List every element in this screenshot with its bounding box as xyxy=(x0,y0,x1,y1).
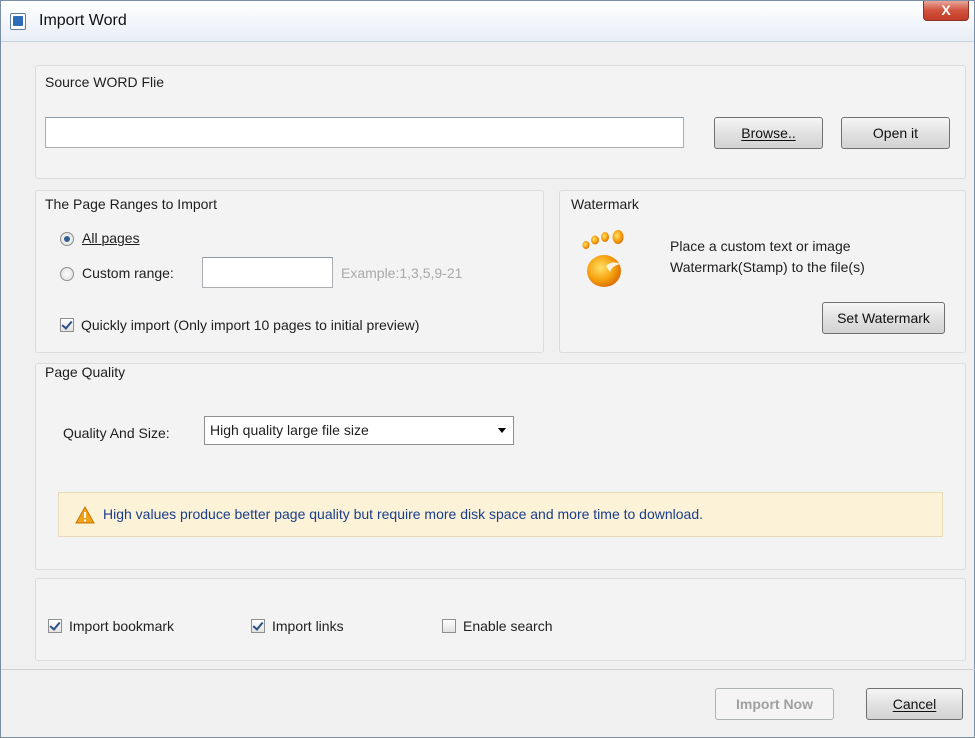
all-pages-radio[interactable] xyxy=(60,232,74,246)
enable-search-checkbox[interactable] xyxy=(442,619,456,633)
custom-range-example: Example:1,3,5,9-21 xyxy=(341,265,463,281)
close-button[interactable]: X xyxy=(923,1,969,21)
chevron-down-icon xyxy=(498,428,506,433)
browse-button[interactable]: Browse.. xyxy=(714,117,823,149)
custom-range-label[interactable]: Custom range: xyxy=(82,265,174,281)
watermark-group: Watermark Place a custom text or image W… xyxy=(559,190,966,353)
warning-icon xyxy=(75,506,95,524)
import-now-button[interactable]: Import Now xyxy=(715,688,834,720)
custom-range-input[interactable] xyxy=(202,257,333,288)
set-watermark-button[interactable]: Set Watermark xyxy=(822,302,945,334)
window-title: Import Word xyxy=(39,12,127,29)
watermark-description-line2: Watermark(Stamp) to the file(s) xyxy=(670,259,865,275)
footprint-icon xyxy=(582,230,624,287)
watermark-description-line1: Place a custom text or image xyxy=(670,238,851,254)
quality-size-label: Quality And Size: xyxy=(63,425,170,441)
quick-import-checkbox[interactable] xyxy=(60,318,74,332)
watermark-title: Watermark xyxy=(571,196,639,212)
title-bar[interactable]: Import Word X xyxy=(1,1,974,42)
word-document-icon xyxy=(10,13,26,30)
source-file-group: Source WORD Flie Browse.. Open it xyxy=(35,65,966,179)
custom-range-radio[interactable] xyxy=(60,267,74,281)
quality-warning-text: High values produce better page quality … xyxy=(103,506,704,522)
import-bookmark-checkbox[interactable] xyxy=(48,619,62,633)
enable-search-label[interactable]: Enable search xyxy=(463,618,553,634)
source-path-input[interactable] xyxy=(45,117,684,148)
page-ranges-group: The Page Ranges to Import All pages Cust… xyxy=(35,190,544,353)
import-links-checkbox[interactable] xyxy=(251,619,265,633)
import-word-dialog: Import Word X Source WORD Flie Browse.. … xyxy=(0,0,975,738)
page-quality-title: Page Quality xyxy=(45,364,126,380)
import-options-group: Import bookmark Import links Enable sear… xyxy=(35,578,966,661)
footer-divider xyxy=(1,669,975,670)
import-links-label[interactable]: Import links xyxy=(272,618,344,634)
import-bookmark-label[interactable]: Import bookmark xyxy=(69,618,174,634)
quality-selected-value: High quality large file size xyxy=(210,422,369,438)
quality-size-select[interactable]: High quality large file size xyxy=(204,416,514,445)
open-it-button[interactable]: Open it xyxy=(841,117,950,149)
quick-import-label[interactable]: Quickly import (Only import 10 pages to … xyxy=(81,317,419,333)
quality-warning-bar: High values produce better page quality … xyxy=(58,492,943,537)
all-pages-label[interactable]: All pages xyxy=(82,230,140,246)
page-ranges-title: The Page Ranges to Import xyxy=(45,196,217,212)
page-quality-group: Page Quality Quality And Size: High qual… xyxy=(35,363,966,570)
source-group-title: Source WORD Flie xyxy=(45,74,165,90)
cancel-button[interactable]: Cancel xyxy=(866,688,963,720)
